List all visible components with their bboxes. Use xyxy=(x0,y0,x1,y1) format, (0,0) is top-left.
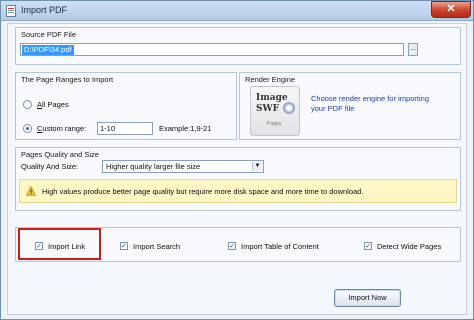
pdf-document-icon xyxy=(6,5,16,17)
disc-icon xyxy=(283,102,295,114)
import-toc-checkbox[interactable]: ✓ xyxy=(228,242,236,250)
import-search-label: Import Search xyxy=(133,242,181,251)
import-pdf-dialog: Import PDF ✕ Source PDF File D:\PDF\34.p… xyxy=(0,0,474,320)
source-pdf-group: Source PDF File D:\PDF\34.pdf ... xyxy=(15,27,461,65)
close-button[interactable]: ✕ xyxy=(431,1,471,18)
import-link-highlight xyxy=(18,228,101,260)
quality-selected-value: Higher quality larger file size xyxy=(106,162,201,171)
dialog-content: Source PDF File D:\PDF\34.pdf ... The Pa… xyxy=(7,23,467,315)
import-toc-label: Import Table of Content xyxy=(241,242,319,251)
render-engine-group: Render Engine Image SWF Pages Choose ren… xyxy=(239,72,461,140)
warning-icon xyxy=(26,186,36,196)
render-engine-group-title: Render Engine xyxy=(245,75,296,84)
window-title: Import PDF xyxy=(21,5,68,15)
browse-button[interactable]: ... xyxy=(408,43,418,56)
choose-render-engine-link[interactable]: Choose render engine for importing your … xyxy=(311,94,441,114)
all-pages-label[interactable]: All Pages xyxy=(37,100,69,109)
page-range-group: The Page Ranges to Import All Pages Cust… xyxy=(15,72,237,140)
quality-size-select[interactable]: Higher quality larger file size ▼ xyxy=(102,160,264,173)
source-path-input[interactable]: D:\PDF\34.pdf xyxy=(20,43,404,56)
detect-wide-pages-label: Detect Wide Pages xyxy=(377,242,442,251)
range-example-text: Example:1,9-21 xyxy=(159,124,212,133)
source-group-title: Source PDF File xyxy=(21,30,77,39)
quality-size-group: Pages Quality and Size Quality And Size:… xyxy=(15,147,461,211)
detect-wide-pages-checkbox[interactable]: ✓ xyxy=(364,242,372,250)
quality-warning-text: High values produce better page quality … xyxy=(42,187,364,196)
custom-range-label[interactable]: Custom range: xyxy=(37,124,86,133)
quality-group-title: Pages Quality and Size xyxy=(21,150,99,159)
source-path-value: D:\PDF\34.pdf xyxy=(22,45,74,55)
chevron-down-icon[interactable]: ▼ xyxy=(252,162,262,171)
import-search-checkbox[interactable]: ✓ xyxy=(120,242,128,250)
custom-range-input[interactable]: 1-10 xyxy=(97,122,153,135)
quality-size-label: Quality And Size: xyxy=(21,162,79,171)
all-pages-radio[interactable] xyxy=(23,100,32,109)
custom-range-radio[interactable] xyxy=(23,124,32,133)
quality-warning-bar: High values produce better page quality … xyxy=(19,179,457,203)
import-now-button[interactable]: Import Now xyxy=(334,289,401,307)
render-engine-logo-icon[interactable]: Image SWF Pages xyxy=(250,86,300,136)
page-range-group-title: The Page Ranges to Import xyxy=(21,75,114,84)
title-bar: Import PDF ✕ xyxy=(1,1,473,21)
